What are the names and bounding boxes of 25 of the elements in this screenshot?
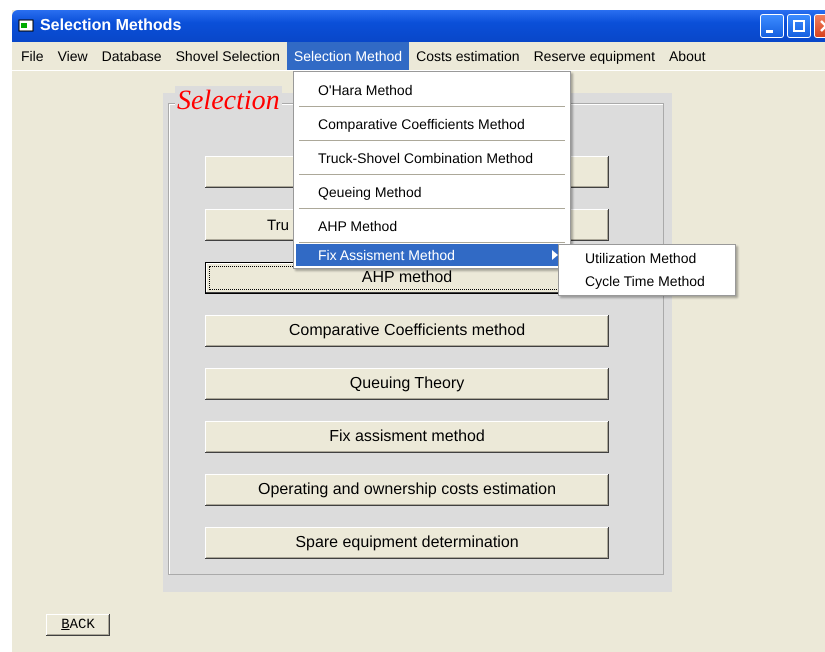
menu-item[interactable]: About — [662, 42, 713, 70]
menu-item[interactable]: Shovel Selection — [168, 42, 287, 70]
method-button[interactable]: Queuing Theory — [205, 368, 609, 400]
app-icon — [18, 18, 34, 34]
menu-item[interactable]: Reserve equipment — [526, 42, 662, 70]
minimize-button[interactable] — [760, 14, 784, 38]
minimize-icon — [766, 30, 773, 32]
menu-option[interactable]: Qeueing Method — [296, 176, 568, 208]
back-button[interactable]: BACK — [46, 614, 110, 636]
method-button[interactable]: Operating and ownership costs estimation — [205, 474, 609, 506]
method-button[interactable]: Fix assisment method — [205, 421, 609, 453]
method-button[interactable]: Comparative Coefficients method — [205, 315, 609, 347]
window-title: Selection Methods — [40, 17, 182, 35]
menu-item[interactable]: Costs estimation — [409, 42, 527, 70]
maximize-button[interactable] — [787, 14, 811, 38]
menu-option[interactable]: O'Hara Method — [296, 74, 568, 106]
menu-item[interactable]: Selection Method — [286, 42, 410, 70]
menu-option[interactable]: Truck-Shovel Combination Method — [296, 142, 568, 174]
maximize-icon — [793, 20, 805, 32]
method-button[interactable]: Spare equipment determination — [205, 527, 609, 559]
menu-item[interactable]: Database — [94, 42, 169, 70]
menu-item[interactable]: File — [14, 42, 51, 70]
menu-option[interactable]: Comparative Coefficients Method — [296, 108, 568, 140]
menu-option[interactable]: AHP Method — [296, 210, 568, 242]
menu-item[interactable]: View — [50, 42, 95, 70]
